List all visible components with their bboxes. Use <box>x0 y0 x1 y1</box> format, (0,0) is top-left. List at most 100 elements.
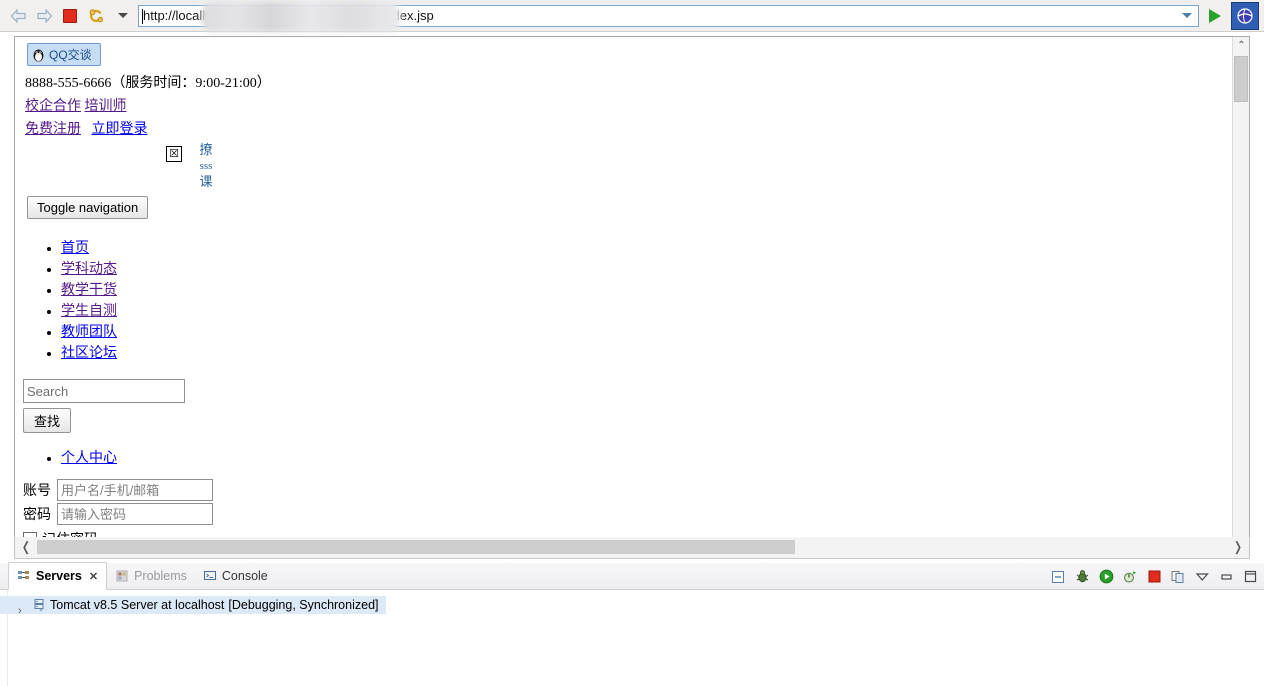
horizontal-scrollbar-thumb[interactable] <box>37 540 795 554</box>
account-field-row: 账号 <box>23 479 1233 501</box>
link-trainer[interactable]: 培训师 <box>85 99 127 114</box>
profile-button[interactable] <box>1122 569 1138 585</box>
link-login-now[interactable]: 立即登录 <box>92 122 148 137</box>
vertical-scrollbar[interactable]: ⌃ ⌄ <box>1232 37 1249 557</box>
nav-link-student-test[interactable]: 学生自测 <box>61 304 117 319</box>
table-row[interactable]: Tomcat v8.5 Server at localhost [Debuggi… <box>0 596 386 614</box>
banner-vertical-text: 撩 sss 课 <box>196 142 216 189</box>
start-icon <box>1099 569 1113 584</box>
qq-penguin-icon <box>33 49 44 62</box>
url-dropdown-icon[interactable] <box>1182 12 1192 18</box>
browser-toolbar: http://localhost /index.jsp <box>0 0 1264 32</box>
tab-servers[interactable]: Servers ✕ <box>8 562 108 590</box>
back-arrow-icon <box>10 8 26 23</box>
publish-button[interactable] <box>1170 569 1186 585</box>
eclipse-bottom-panel: Servers ✕ Problems Console › Tomcat v8.5… <box>0 562 1264 686</box>
nav-link-home[interactable]: 首页 <box>61 241 89 256</box>
maximize-button[interactable] <box>1242 569 1258 585</box>
forward-button[interactable] <box>34 6 54 26</box>
web-page: QQ交谈 8888-555-6666（服务时间：9:00-21:00） 校企合作… <box>15 37 1233 557</box>
qq-chat-button[interactable]: QQ交谈 <box>27 43 101 66</box>
scroll-up-icon[interactable]: ⌃ <box>1233 37 1249 54</box>
nav-item: 首页 <box>61 237 1233 257</box>
link-school-enterprise[interactable]: 校企合作 <box>25 99 81 114</box>
link-free-register[interactable]: 免费注册 <box>25 122 81 137</box>
qq-chat-label: QQ交谈 <box>49 48 92 62</box>
debug-button[interactable] <box>1074 569 1090 585</box>
open-external-browser-button[interactable] <box>1231 1 1259 30</box>
user-menu-list: 个人中心 <box>21 447 1233 467</box>
maximize-icon <box>1244 570 1256 583</box>
nav-item: 社区论坛 <box>61 342 1233 362</box>
browser-content-view: QQ交谈 8888-555-6666（服务时间：9:00-21:00） 校企合作… <box>14 36 1250 558</box>
publish-icon <box>1171 570 1184 583</box>
url-redaction-overlay <box>201 1 401 32</box>
console-icon <box>203 571 216 580</box>
horizontal-scrollbar[interactable]: ❬ ❭ <box>14 537 1250 559</box>
toggle-navigation-button[interactable]: Toggle navigation <box>27 196 149 219</box>
back-button[interactable] <box>8 6 28 26</box>
account-input[interactable] <box>57 479 213 501</box>
expand-arrow-icon[interactable]: › <box>18 605 22 617</box>
view-menu-icon <box>1195 573 1209 581</box>
nav-link-subject-news[interactable]: 学科动态 <box>61 262 117 277</box>
server-icon <box>34 599 44 612</box>
scroll-right-icon[interactable]: ❭ <box>1229 537 1247 557</box>
nav-link-teaching-tips[interactable]: 教学干货 <box>61 283 117 298</box>
password-field-row: 密码 <box>23 503 1233 525</box>
tab-problems[interactable]: Problems <box>107 563 195 589</box>
nav-link-community-forum[interactable]: 社区论坛 <box>61 346 117 361</box>
nav-item: 学生自测 <box>61 300 1233 320</box>
banner-area: ☒ 撩 sss 课 <box>21 142 1233 196</box>
go-button[interactable] <box>1203 4 1227 28</box>
stop-icon <box>1148 570 1160 583</box>
browser-nav-buttons <box>0 6 132 26</box>
refresh-button[interactable] <box>86 6 106 26</box>
banner-text-mid: sss <box>199 160 213 172</box>
forward-arrow-icon <box>36 8 52 23</box>
minimize-button[interactable] <box>1218 569 1234 585</box>
text-caret <box>142 8 143 24</box>
link-personal-center[interactable]: 个人中心 <box>61 451 117 466</box>
banner-text-bottom: 课 <box>199 174 213 189</box>
play-icon <box>1209 8 1221 23</box>
close-icon[interactable]: ✕ <box>89 570 98 583</box>
password-label: 密码 <box>23 508 51 523</box>
broken-image-icon: ☒ <box>166 146 182 162</box>
url-bar[interactable]: http://localhost /index.jsp <box>138 1 1199 32</box>
chevron-down-icon <box>117 13 128 18</box>
service-phone-line: 8888-555-6666（服务时间：9:00-21:00） <box>25 76 271 91</box>
view-tab-bar: Servers ✕ Problems Console <box>0 562 1264 590</box>
collapse-all-button[interactable] <box>1050 569 1066 585</box>
account-label: 账号 <box>23 484 51 499</box>
search-submit-button[interactable]: 查找 <box>23 408 72 433</box>
top-links-row: 校企合作 培训师 <box>25 95 1233 115</box>
servers-icon <box>18 571 29 579</box>
globe-icon <box>1237 7 1253 24</box>
tab-console[interactable]: Console <box>195 563 276 589</box>
list-item: 个人中心 <box>61 447 1233 467</box>
auth-links-row: 免费注册 立即登录 <box>25 118 1233 138</box>
profile-icon <box>1123 571 1136 583</box>
banner-text-top: 撩 <box>199 142 213 157</box>
debug-icon <box>1076 570 1088 583</box>
scroll-left-icon[interactable]: ❬ <box>17 537 35 557</box>
refresh-icon <box>89 8 104 22</box>
stop-button[interactable] <box>60 6 80 26</box>
tab-problems-label: Problems <box>134 569 187 583</box>
main-navigation-list: 首页 学科动态 教学干货 学生自测 教师团队 社区论坛 <box>21 237 1233 362</box>
search-input[interactable] <box>23 379 185 403</box>
nav-item: 教师团队 <box>61 321 1233 341</box>
problems-icon <box>116 570 128 582</box>
stop-server-button[interactable] <box>1146 569 1162 585</box>
server-status: [Debugging, Synchronized] <box>228 598 379 612</box>
view-menu-button[interactable] <box>1194 569 1210 585</box>
collapse-all-icon <box>1052 570 1064 583</box>
stop-icon <box>63 8 77 23</box>
tab-console-label: Console <box>221 569 268 583</box>
start-button[interactable] <box>1098 569 1114 585</box>
vertical-scrollbar-thumb[interactable] <box>1234 56 1248 102</box>
history-dropdown-button[interactable] <box>112 6 132 26</box>
password-input[interactable] <box>57 503 213 525</box>
nav-link-teacher-team[interactable]: 教师团队 <box>61 325 117 340</box>
